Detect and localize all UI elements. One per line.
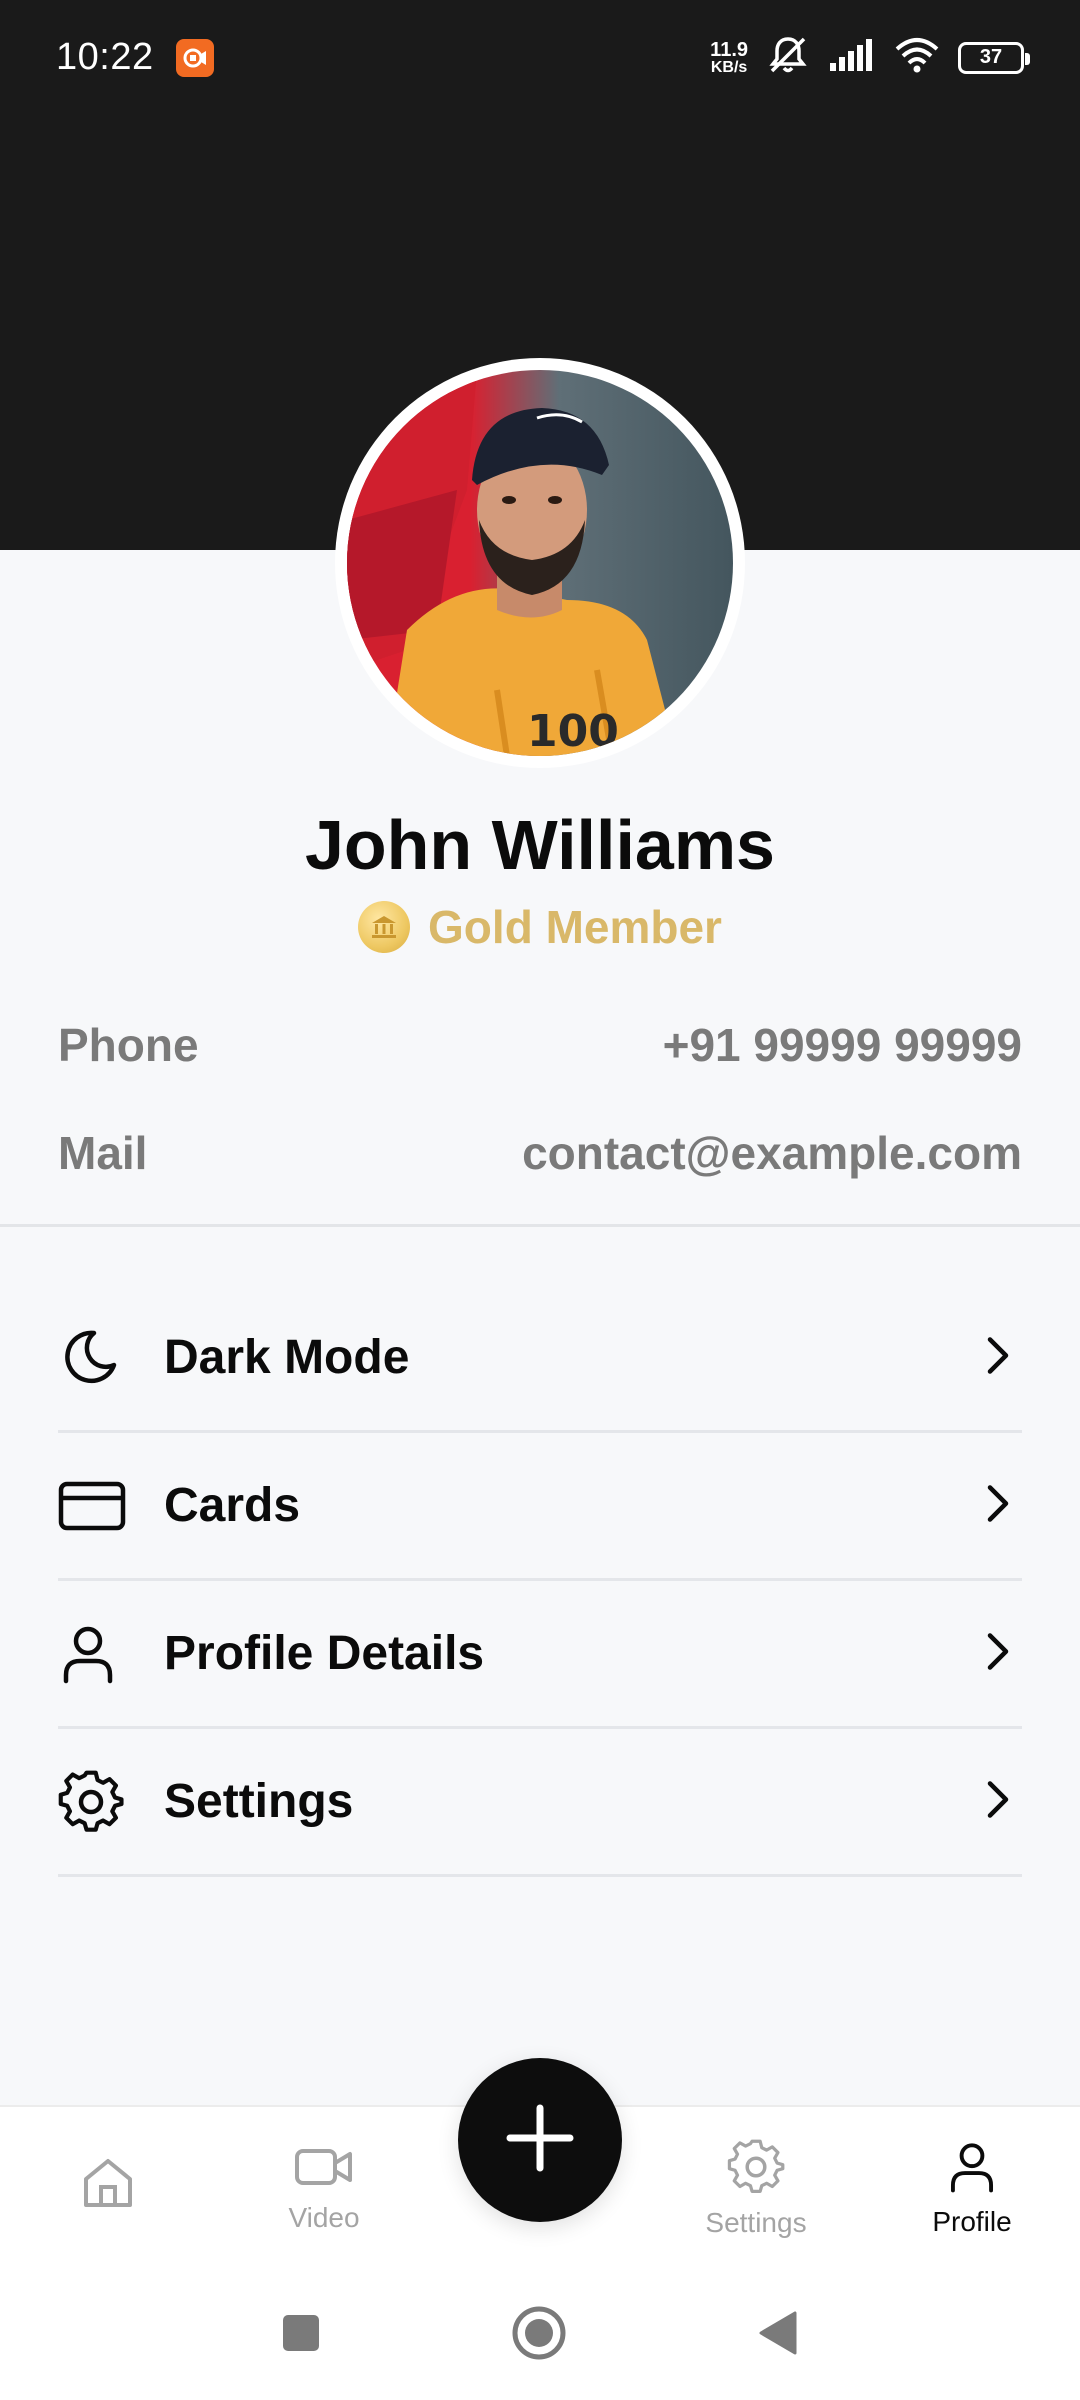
menu-item-label: Cards <box>164 1479 301 1532</box>
phone-label: Phone <box>58 1019 199 1071</box>
mail-row: Mail contact@example.com <box>58 1126 1022 1180</box>
avatar[interactable]: 100 <box>335 358 745 768</box>
plus-icon <box>502 2100 578 2181</box>
card-icon <box>58 1472 126 1540</box>
chevron-right-icon <box>982 1629 1012 1678</box>
back-button[interactable] <box>757 2309 799 2362</box>
menu-item-label: Settings <box>164 1775 354 1828</box>
screen-recorder-icon <box>175 38 214 77</box>
menu-item-label: Dark Mode <box>164 1331 410 1384</box>
nav-label: Profile <box>932 2206 1012 2237</box>
home-icon <box>80 2155 136 2216</box>
add-button[interactable] <box>458 2058 622 2222</box>
phone-row: Phone +91 99999 99999 <box>58 1018 1022 1072</box>
chevron-right-icon <box>982 1481 1012 1530</box>
home-button[interactable] <box>511 2305 567 2366</box>
nav-settings[interactable]: Settings <box>648 2138 864 2239</box>
menu-item-cards[interactable]: Cards <box>58 1433 1022 1581</box>
user-icon <box>58 1620 126 1688</box>
recents-button[interactable] <box>281 2313 321 2358</box>
chevron-right-icon <box>982 1777 1012 1826</box>
nav-home[interactable] <box>0 2155 216 2222</box>
gear-icon <box>727 2138 785 2201</box>
menu-item-dark-mode[interactable]: Dark Mode <box>58 1285 1022 1433</box>
nav-profile[interactable]: Profile <box>864 2139 1080 2238</box>
avatar-photo: 100 <box>347 370 733 756</box>
battery-indicator: 37 <box>958 41 1030 74</box>
profile-name: John Williams <box>304 806 775 884</box>
moon-icon <box>58 1324 126 1392</box>
mail-value: contact@example.com <box>522 1127 1022 1179</box>
svg-text:100: 100 <box>527 706 619 756</box>
mail-label: Mail <box>58 1127 148 1179</box>
user-icon <box>946 2139 998 2200</box>
coin-icon <box>358 901 411 953</box>
bell-muted-icon <box>766 33 810 82</box>
nav-label: Settings <box>705 2207 807 2238</box>
chevron-right-icon <box>982 1333 1012 1382</box>
menu-item-profile-details[interactable]: Profile Details <box>58 1581 1022 1729</box>
video-icon <box>294 2143 354 2196</box>
divider <box>0 1224 1080 1227</box>
nav-video[interactable]: Video <box>216 2143 432 2234</box>
phone-value: +91 99999 99999 <box>662 1019 1022 1071</box>
wifi-icon <box>894 37 940 78</box>
status-bar: 10:22 11.9 KB/s 37 <box>0 0 1080 115</box>
signal-icon <box>828 37 876 78</box>
settings-menu: Dark Mode Cards Profile Details Settings <box>58 1285 1022 1877</box>
status-time: 10:22 <box>56 36 154 78</box>
nav-label: Video <box>288 2202 360 2233</box>
menu-item-settings[interactable]: Settings <box>58 1729 1022 1877</box>
membership-badge: Gold Member <box>0 900 1080 954</box>
system-nav-bar <box>0 2270 1080 2400</box>
gear-icon <box>58 1768 126 1836</box>
membership-label: Gold Member <box>428 901 722 953</box>
network-speed: 11.9 KB/s <box>710 38 748 76</box>
menu-item-label: Profile Details <box>164 1627 485 1680</box>
